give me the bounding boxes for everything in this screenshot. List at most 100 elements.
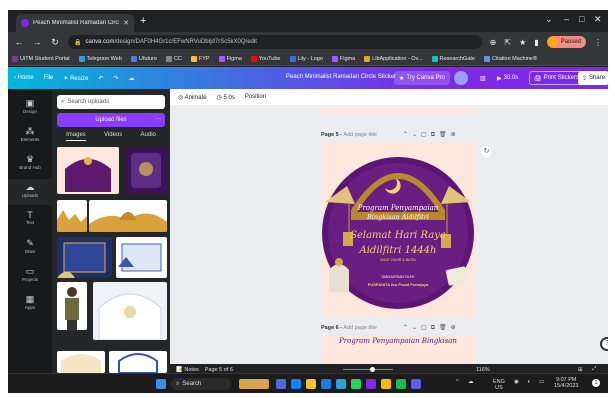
store-icon[interactable] xyxy=(321,379,331,389)
zoom-level[interactable]: 116% xyxy=(476,367,490,373)
position-button[interactable]: Position xyxy=(245,94,266,100)
close-tab-icon[interactable]: ✕ xyxy=(123,19,129,27)
chrome-icon[interactable] xyxy=(381,379,391,389)
print-stickers-button[interactable]: 🖨 Print Stickers xyxy=(529,71,584,85)
wifi-icon[interactable]: ◉ xyxy=(514,379,519,385)
rail-item-brand-hub[interactable]: ♛ Brand Hub xyxy=(8,151,52,177)
rail-item-elements[interactable]: ⁂ Elements xyxy=(8,123,52,149)
bookmark-item[interactable]: UiTM Student Portal xyxy=(12,55,70,62)
address-bar[interactable]: 🔒 canva.com/design/DAF0H4Gr1c/EFwNRVuDbI… xyxy=(68,35,482,49)
page-5-label[interactable]: Page 5 - Add page title xyxy=(321,132,377,138)
extension-icon[interactable]: ⊕ xyxy=(490,38,497,47)
present-button[interactable]: ▶ 30.0s xyxy=(493,71,522,85)
resize-button[interactable]: ✦ Resize xyxy=(63,75,88,82)
bookmark-item[interactable]: YouTube xyxy=(250,55,281,62)
share-button[interactable]: ⇪ Share xyxy=(578,71,608,85)
file-menu[interactable]: File xyxy=(44,75,54,81)
rail-item-apps[interactable]: ▦ Apps xyxy=(8,291,52,317)
upload-thumbnail[interactable] xyxy=(116,237,167,278)
rail-item-text[interactable]: T Text xyxy=(8,207,52,233)
reload-button[interactable]: ↻ xyxy=(50,37,60,48)
back-button[interactable]: ← xyxy=(14,37,24,47)
zoom-slider-handle[interactable] xyxy=(369,367,375,372)
cloud-save-icon[interactable]: ☁ xyxy=(128,75,134,82)
zoom-slider[interactable] xyxy=(343,367,393,372)
upload-thumbnail[interactable] xyxy=(125,147,167,194)
upload-thumbnail[interactable] xyxy=(57,147,119,194)
page-6-tools[interactable]: ⌃⌄▢⧉🗑⊕ xyxy=(403,324,460,332)
sticker-design-page[interactable]: Program Penyampaian Bingkisan Aidilfitri… xyxy=(321,142,475,317)
task-view-icon[interactable] xyxy=(276,379,286,389)
upload-thumbnail[interactable] xyxy=(57,237,112,278)
side-panel-icon[interactable]: ▮ xyxy=(534,38,538,47)
animate-button[interactable]: ◎ Animate xyxy=(178,94,207,101)
bookmark-item[interactable]: LibApplication - Ov... xyxy=(364,55,423,62)
page-6-preview[interactable]: Program Penyampaian Bingkisan xyxy=(321,335,475,364)
redo-icon[interactable]: ↷ xyxy=(113,75,118,82)
rail-item-uploads[interactable]: ☁ Uploads xyxy=(8,179,52,205)
upload-thumbnail[interactable] xyxy=(93,282,167,340)
app-icon[interactable] xyxy=(411,379,421,389)
rail-item-draw[interactable]: ✎ Draw xyxy=(8,235,52,261)
bookmark-item[interactable]: Lily - Logo xyxy=(289,55,323,62)
bookmark-star-icon[interactable]: ★ xyxy=(519,38,526,47)
tab-audio[interactable]: Audio xyxy=(141,132,156,141)
spotify-icon[interactable] xyxy=(396,379,406,389)
page-4-preview[interactable] xyxy=(321,108,475,114)
chevron-down-icon[interactable]: ⌄ xyxy=(545,14,553,25)
volume-icon[interactable]: ◖ xyxy=(527,379,530,385)
analytics-icon[interactable]: ▥ xyxy=(476,71,490,85)
grid-view-icon[interactable]: ⊞ xyxy=(578,367,583,373)
notification-badge[interactable]: 1 xyxy=(592,379,600,387)
canva-app-icon[interactable] xyxy=(366,379,376,389)
taskbar-search[interactable]: ⌕ Search xyxy=(171,378,231,390)
tab-videos[interactable]: Videos xyxy=(104,132,122,141)
page-5-tools[interactable]: ⌃⌄▢⧉🗑⊕ xyxy=(403,131,460,139)
maximize-button[interactable]: □ xyxy=(579,14,584,24)
home-button[interactable]: ‹ Home xyxy=(14,75,34,81)
try-canva-pro-button[interactable]: ★ Try Canva Pro xyxy=(394,71,450,85)
undo-icon[interactable]: ↶ xyxy=(98,75,103,82)
search-uploads-input[interactable]: ⌕ Search uploads xyxy=(57,95,165,109)
page-counter[interactable]: Page 5 of 6 xyxy=(205,367,233,373)
upload-thumbnail[interactable] xyxy=(57,351,105,373)
upload-thumbnail[interactable] xyxy=(89,200,167,232)
upload-thumbnail[interactable] xyxy=(57,200,87,232)
telegram-icon[interactable] xyxy=(336,379,346,389)
document-title[interactable]: Peach Minimalist Ramadan Circle Sticker xyxy=(286,74,396,80)
bookmark-item[interactable]: ResearchGate xyxy=(431,55,475,62)
bookmark-item[interactable]: Figma xyxy=(218,55,242,62)
upload-files-button[interactable]: Upload files ··· xyxy=(57,113,165,127)
share-page-icon[interactable]: ⇱ xyxy=(504,38,511,47)
more-options-icon[interactable]: ··· xyxy=(155,116,161,122)
bookmark-item[interactable]: FYP xyxy=(190,55,210,62)
edge-icon[interactable] xyxy=(291,379,301,389)
battery-icon[interactable]: ▭ xyxy=(539,379,544,385)
upload-thumbnail[interactable] xyxy=(57,282,87,330)
weather-icon[interactable]: ☁ xyxy=(468,379,474,385)
bookmark-item[interactable]: Telegram Web xyxy=(78,55,122,62)
bookmark-item[interactable]: CC xyxy=(165,55,182,62)
bookmark-item[interactable]: Figma xyxy=(331,55,355,62)
fullscreen-icon[interactable]: ⤢ xyxy=(592,366,596,373)
whatsapp-icon[interactable] xyxy=(351,379,361,389)
notes-button[interactable]: 📝 Notes xyxy=(176,367,199,373)
tray-overflow-icon[interactable]: ^ xyxy=(456,379,459,385)
rail-item-design[interactable]: ▣ Design xyxy=(8,95,52,121)
forward-button[interactable]: → xyxy=(32,37,42,47)
close-window-button[interactable]: ✕ xyxy=(594,14,602,25)
clock[interactable]: 9:07 PM 15/4/2023 xyxy=(554,377,578,389)
widgets-icon[interactable] xyxy=(239,379,269,389)
browser-tab[interactable]: Peach Minimalist Ramadan Circl ✕ xyxy=(16,14,134,32)
page-6-label[interactable]: Page 6 - Add page title xyxy=(321,325,377,331)
upload-thumbnail[interactable] xyxy=(109,351,167,373)
minimize-button[interactable]: – xyxy=(564,14,569,24)
rail-item-projects[interactable]: ▭ Projects xyxy=(8,263,52,289)
timer-button[interactable]: ◷ 5.0s xyxy=(217,94,235,101)
bookmark-item[interactable]: Ufuture xyxy=(130,55,157,62)
file-explorer-icon[interactable] xyxy=(306,379,316,389)
new-tab-button[interactable]: + xyxy=(140,15,146,27)
user-avatar[interactable] xyxy=(454,71,468,85)
refresh-design-icon[interactable]: ↻ xyxy=(481,146,492,157)
tab-images[interactable]: Images xyxy=(66,132,86,141)
